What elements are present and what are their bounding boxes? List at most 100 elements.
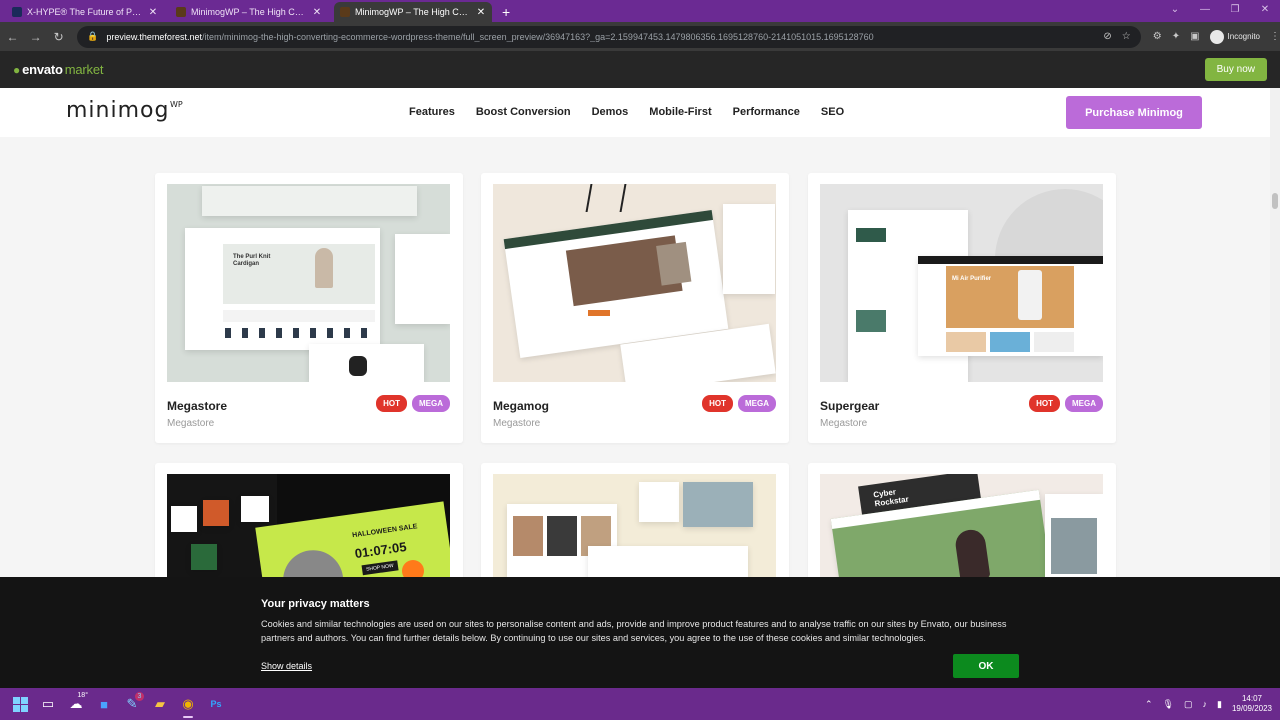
- close-tab-icon[interactable]: ✕: [476, 7, 486, 18]
- mega-badge: MEGA: [412, 395, 450, 412]
- hero-heading: The Purl Knit Cardigan: [233, 254, 271, 267]
- brand-name: minimog: [66, 98, 170, 123]
- demo-grid: The Purl Knit Cardigan Megastore Megasto…: [0, 137, 1270, 577]
- cookie-text: Cookies and similar technologies are use…: [261, 619, 1007, 643]
- extension-icon[interactable]: ⚙: [1153, 31, 1162, 42]
- cookie-title: Your privacy matters: [261, 598, 370, 610]
- lock-icon[interactable]: 🔒: [87, 31, 98, 42]
- battery-icon[interactable]: ▮: [1217, 699, 1222, 710]
- menu-kebab-icon[interactable]: ⋮: [1270, 31, 1280, 42]
- teams-icon[interactable]: ✎ 3: [118, 688, 146, 720]
- bookmark-star-icon[interactable]: ☆: [1122, 31, 1131, 42]
- browser-tab[interactable]: X-HYPE® The Future of Performa ✕: [6, 2, 164, 22]
- incognito-indicator[interactable]: Incognito: [1209, 29, 1260, 44]
- close-tab-icon[interactable]: ✕: [312, 7, 322, 18]
- back-icon[interactable]: ←: [2, 30, 23, 44]
- demo-card[interactable]: Megamog Megastore HOT MEGA: [481, 173, 789, 443]
- envato-logo-suffix: market: [64, 62, 104, 77]
- eye-off-icon[interactable]: ⊘: [1103, 31, 1111, 42]
- photoshop-icon[interactable]: Ps: [202, 688, 230, 720]
- chrome-icon[interactable]: ◉: [174, 688, 202, 720]
- clock-time: 14:07: [1241, 694, 1262, 703]
- tab-favicon-icon: [176, 7, 186, 17]
- demo-card[interactable]: Mi Air Purifier Supergear Megastore HOT …: [808, 173, 1116, 443]
- nav-item-seo[interactable]: SEO: [821, 106, 844, 118]
- windows-start-icon[interactable]: [6, 688, 34, 720]
- demo-thumbnail[interactable]: Mi Air Purifier: [820, 184, 1103, 382]
- purchase-button[interactable]: Purchase Minimog: [1066, 96, 1202, 129]
- envato-logo[interactable]: ● envato market: [13, 62, 103, 77]
- site-header: minimog WP Features Boost Conversion Dem…: [0, 88, 1270, 137]
- hot-badge: HOT: [1029, 395, 1060, 412]
- minimize-icon[interactable]: —: [1190, 0, 1220, 22]
- system-tray: ⌃ 🎙 ▢ ♪ ▮ 14:07 19/09/2023: [1145, 688, 1272, 720]
- nav-item-demos[interactable]: Demos: [592, 106, 629, 118]
- file-explorer-icon[interactable]: ▰: [146, 688, 174, 720]
- display-icon[interactable]: ▢: [1184, 699, 1193, 710]
- volume-icon[interactable]: ♪: [1203, 699, 1208, 709]
- incognito-icon: [1209, 29, 1224, 44]
- countdown: 01:07:05: [353, 538, 408, 562]
- show-details-link[interactable]: Show details: [261, 661, 312, 671]
- tab-title: MinimogWP – The High Convert: [355, 7, 471, 17]
- envato-market-bar: ● envato market Buy now: [0, 51, 1280, 88]
- sale-heading: HALLOWEEN SALE: [351, 523, 418, 540]
- demo-card[interactable]: The Purl Knit Cardigan Megastore Megasto…: [155, 173, 463, 443]
- demo-card[interactable]: Cyber Rockstar: [808, 463, 1116, 577]
- close-tab-icon[interactable]: ✕: [148, 7, 158, 18]
- chevron-up-icon[interactable]: ⌃: [1145, 699, 1153, 710]
- microphone-icon[interactable]: 🎙: [1163, 699, 1174, 710]
- close-icon[interactable]: ✕: [1250, 0, 1280, 22]
- window-controls: ⌄ — ❐ ✕: [1160, 0, 1280, 22]
- tab-favicon-icon: [12, 7, 22, 17]
- demo-card[interactable]: HALLOWEEN SALE 01:07:05 SHOP NOW: [155, 463, 463, 577]
- task-view-icon[interactable]: ▭: [34, 688, 62, 720]
- scrollbar-thumb[interactable]: [1272, 193, 1278, 209]
- demo-thumbnail[interactable]: [493, 474, 776, 577]
- reload-icon[interactable]: ↻: [48, 30, 69, 44]
- tab-favicon-icon: [340, 7, 350, 17]
- hero-heading: Mi Air Purifier: [952, 276, 992, 282]
- cookie-banner: Your privacy matters Cookies and similar…: [0, 577, 1280, 688]
- notification-badge: 3: [135, 692, 144, 701]
- forward-icon[interactable]: →: [25, 30, 46, 44]
- clock-date: 19/09/2023: [1231, 704, 1272, 713]
- shop-now-button[interactable]: SHOP NOW: [361, 560, 399, 576]
- puzzle-icon[interactable]: ✦: [1172, 31, 1180, 42]
- url-input[interactable]: 🔒 preview.themeforest.net /item/minimog-…: [77, 25, 1141, 48]
- nav-item-performance[interactable]: Performance: [733, 106, 800, 118]
- clock[interactable]: 14:07 19/09/2023: [1232, 694, 1272, 714]
- demo-category: Megastore: [493, 418, 541, 429]
- demo-thumbnail[interactable]: Cyber Rockstar: [820, 474, 1103, 577]
- taskbar: ▭ ☁ 18° ■ ✎ 3 ▰ ◉ Ps ⌃ 🎙 ▢ ♪ ▮ 14:07 19/09…: [0, 688, 1280, 720]
- mega-badge: MEGA: [738, 395, 776, 412]
- demo-thumbnail[interactable]: The Purl Knit Cardigan: [167, 184, 450, 382]
- leaf-icon: ●: [13, 62, 21, 77]
- demo-thumbnail[interactable]: HALLOWEEN SALE 01:07:05 SHOP NOW: [167, 474, 450, 577]
- outlook-icon[interactable]: ■: [90, 688, 118, 720]
- buy-now-button[interactable]: Buy now: [1204, 58, 1267, 81]
- maximize-icon[interactable]: ❐: [1220, 0, 1250, 22]
- demo-card[interactable]: [481, 463, 789, 577]
- nav-item-mobile-first[interactable]: Mobile-First: [649, 106, 711, 118]
- brand-sup: WP: [170, 100, 183, 109]
- weather-temp: 18°: [77, 692, 88, 699]
- nav-item-boost-conversion[interactable]: Boost Conversion: [476, 106, 571, 118]
- nav-item-features[interactable]: Features: [409, 106, 455, 118]
- weather-icon[interactable]: ☁ 18°: [62, 688, 90, 720]
- side-panel-icon[interactable]: ▣: [1190, 31, 1199, 42]
- demo-thumbnail[interactable]: [493, 184, 776, 382]
- demo-category: Megastore: [167, 418, 215, 429]
- browser-tab-active[interactable]: MinimogWP – The High Convert ✕: [334, 2, 492, 22]
- new-tab-icon[interactable]: +: [502, 2, 510, 22]
- hot-badge: HOT: [702, 395, 733, 412]
- ok-button[interactable]: OK: [953, 654, 1019, 678]
- tab-title: X-HYPE® The Future of Performa: [27, 7, 143, 17]
- chevron-down-icon[interactable]: ⌄: [1160, 0, 1190, 22]
- url-host: preview.themeforest.net: [106, 31, 202, 42]
- browser-tab[interactable]: MinimogWP – The High Convert ✕: [170, 2, 328, 22]
- url-path: /item/minimog-the-high-converting-ecomme…: [201, 31, 874, 42]
- browser-tab-strip: X-HYPE® The Future of Performa ✕ Minimog…: [0, 0, 1280, 22]
- minimog-logo[interactable]: minimog WP: [66, 98, 183, 123]
- address-bar: ← → ↻ 🔒 preview.themeforest.net /item/mi…: [0, 22, 1280, 51]
